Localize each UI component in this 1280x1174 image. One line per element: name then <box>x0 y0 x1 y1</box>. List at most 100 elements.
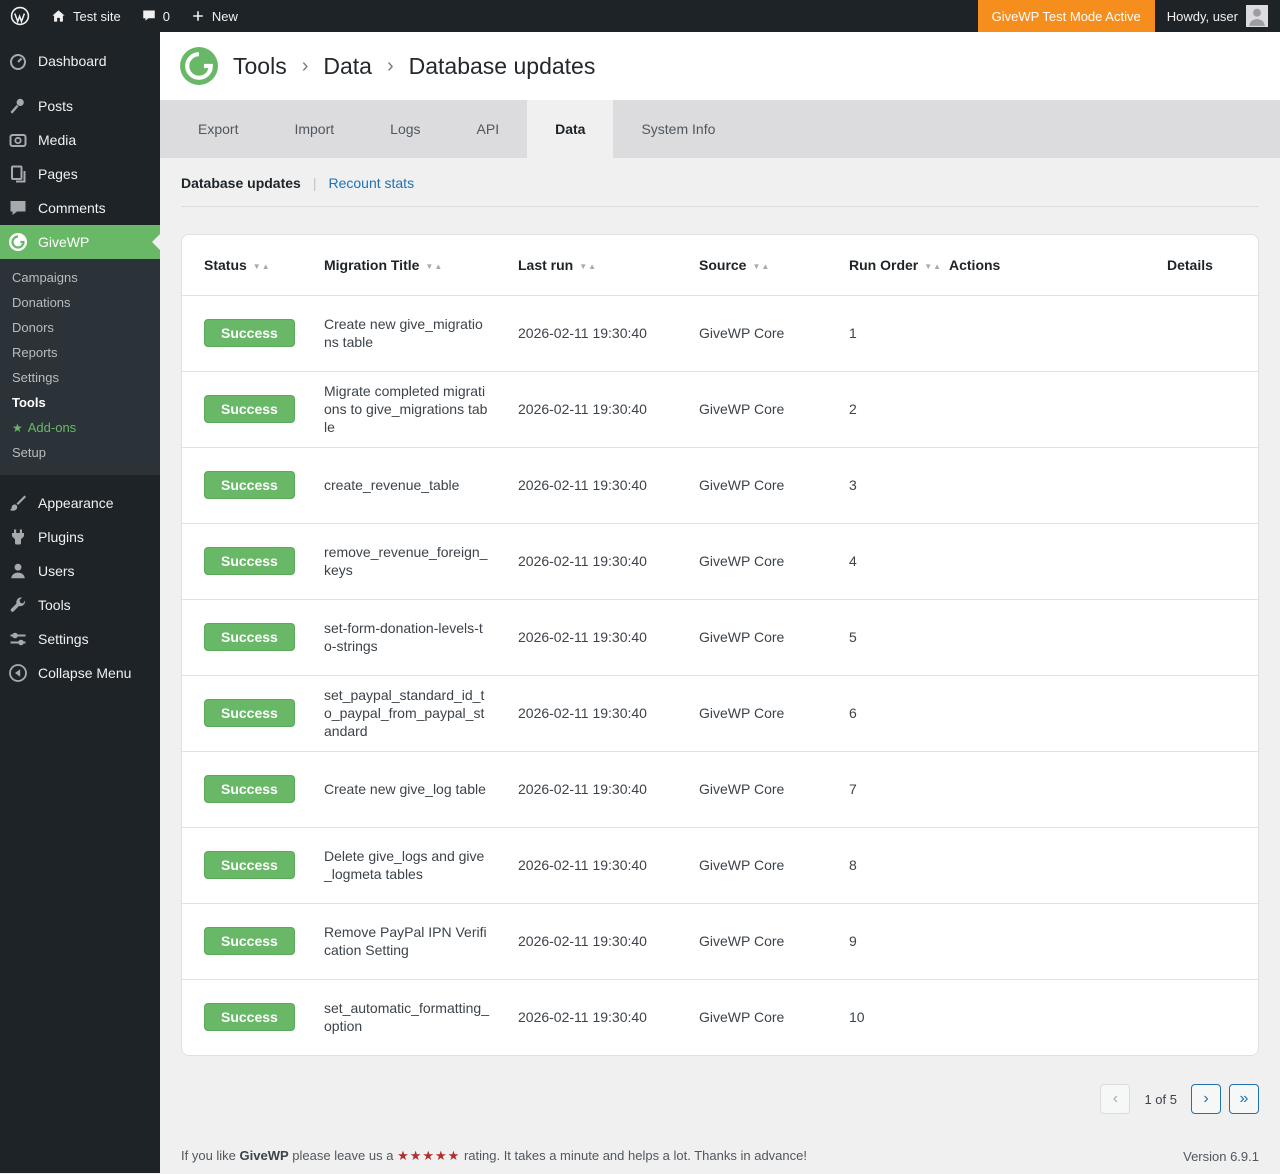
tab-bar: Export Import Logs API Data System Info <box>160 100 1280 158</box>
subnav-database-updates[interactable]: Database updates <box>181 175 301 191</box>
givewp-submenu-item-reports[interactable]: Reports <box>0 340 160 365</box>
givewp-submenu-item-campaigns[interactable]: Campaigns <box>0 265 160 290</box>
sort-icon: ▼▲ <box>752 262 770 271</box>
run-order-cell: 2 <box>827 371 927 447</box>
givewp-submenu-item-setup[interactable]: Setup <box>0 440 160 465</box>
status-badge: Success <box>204 547 295 575</box>
wordpress-logo[interactable] <box>0 0 40 32</box>
actions-cell <box>927 295 1145 371</box>
user-account-menu[interactable]: Howdy, user <box>1155 5 1280 27</box>
actions-cell <box>927 827 1145 903</box>
migration-row: Success set-form-donation-levels-to-stri… <box>182 599 1258 675</box>
last-run-cell: 2026-02-11 19:30:40 <box>496 295 677 371</box>
next-page-button[interactable]: › <box>1191 1084 1221 1114</box>
version-text: Version 6.9.1 <box>1183 1149 1259 1164</box>
tab-api[interactable]: API <box>449 100 528 158</box>
tab-logs[interactable]: Logs <box>362 100 448 158</box>
migration-row: Success Create new give_log table 2026-0… <box>182 751 1258 827</box>
sidebar-item-media[interactable]: Media <box>0 123 160 157</box>
migration-row: Success Remove PayPal IPN Verification S… <box>182 903 1258 979</box>
actions-cell <box>927 751 1145 827</box>
sidebar-item-label: Pages <box>38 166 78 182</box>
status-badge: Success <box>204 471 295 499</box>
migration-title-cell: set_automatic_formatting_option <box>302 979 496 1055</box>
tab-system-info[interactable]: System Info <box>613 100 743 158</box>
comments-menu[interactable]: 0 <box>131 0 180 32</box>
media-icon <box>8 130 28 150</box>
sidebar-item-pages[interactable]: Pages <box>0 157 160 191</box>
givewp-submenu-item-donations[interactable]: Donations <box>0 290 160 315</box>
column-header-last-run[interactable]: Last run▼▲ <box>496 235 677 295</box>
status-badge: Success <box>204 775 295 803</box>
home-icon <box>50 8 67 25</box>
sidebar-item-dashboard[interactable]: Dashboard <box>0 44 160 78</box>
sidebar-item-appearance[interactable]: Appearance <box>0 486 160 520</box>
sidebar-item-givewp[interactable]: GiveWP <box>0 225 160 259</box>
sort-icon: ▼▲ <box>425 262 443 271</box>
comments-icon <box>8 198 28 218</box>
breadcrumb-tools[interactable]: Tools <box>233 53 287 80</box>
subnav-divider: | <box>313 175 317 191</box>
pagination-status: 1 of 5 <box>1144 1092 1177 1107</box>
status-cell: Success <box>182 751 302 827</box>
comment-count: 0 <box>163 9 170 24</box>
column-header-status[interactable]: Status▼▲ <box>182 235 302 295</box>
last-run-cell: 2026-02-11 19:30:40 <box>496 827 677 903</box>
migration-row: Success set_paypal_standard_id_to_paypal… <box>182 675 1258 751</box>
tab-export[interactable]: Export <box>170 100 266 158</box>
last-page-button[interactable]: » <box>1229 1084 1259 1114</box>
sidebar-item-plugins[interactable]: Plugins <box>0 520 160 554</box>
status-badge: Success <box>204 927 295 955</box>
subnav-recount-stats-link[interactable]: Recount stats <box>328 175 414 191</box>
migration-title-cell: create_revenue_table <box>302 447 496 523</box>
source-cell: GiveWP Core <box>677 295 827 371</box>
last-run-cell: 2026-02-11 19:30:40 <box>496 371 677 447</box>
tab-data[interactable]: Data <box>527 100 613 158</box>
status-cell: Success <box>182 599 302 675</box>
status-badge: Success <box>204 623 295 651</box>
submenu-label: Add-ons <box>28 420 76 435</box>
givewp-submenu-item-settings[interactable]: Settings <box>0 365 160 390</box>
breadcrumb-data[interactable]: Data <box>323 53 372 80</box>
prev-page-button[interactable]: ‹ <box>1100 1084 1130 1114</box>
sidebar-item-comments[interactable]: Comments <box>0 191 160 225</box>
sidebar-item-tools[interactable]: Tools <box>0 588 160 622</box>
sidebar-item-label: GiveWP <box>38 234 89 250</box>
givewp-submenu-item-tools[interactable]: Tools <box>0 390 160 415</box>
pagination: ‹ 1 of 5 › » <box>181 1084 1259 1114</box>
run-order-cell: 6 <box>827 675 927 751</box>
column-header-source[interactable]: Source▼▲ <box>677 235 827 295</box>
dashboard-icon <box>8 51 28 71</box>
column-label: Migration Title <box>324 257 419 273</box>
site-name-menu[interactable]: Test site <box>40 0 131 32</box>
givewp-submenu-item-add-ons[interactable]: ★ Add-ons <box>0 415 160 440</box>
sidebar-item-label: Collapse Menu <box>38 665 131 681</box>
sidebar-item-users[interactable]: Users <box>0 554 160 588</box>
status-badge: Success <box>204 319 295 347</box>
test-mode-badge[interactable]: GiveWP Test Mode Active <box>978 0 1155 32</box>
migration-row: Success remove_revenue_foreign_keys 2026… <box>182 523 1258 599</box>
givewp-submenu-item-donors[interactable]: Donors <box>0 315 160 340</box>
rating-stars-link[interactable]: ★★★★★ <box>397 1148 460 1163</box>
migration-row: Success create_revenue_table 2026-02-11 … <box>182 447 1258 523</box>
plus-icon <box>190 8 206 24</box>
source-cell: GiveWP Core <box>677 371 827 447</box>
tab-import[interactable]: Import <box>266 100 362 158</box>
users-icon <box>8 561 28 581</box>
column-header-run-order[interactable]: Run Order▼▲ <box>827 235 927 295</box>
column-header-migration-title[interactable]: Migration Title ▼▲ <box>302 235 496 295</box>
sidebar-item-settings[interactable]: Settings <box>0 622 160 656</box>
sort-icon: ▼▲ <box>924 262 942 271</box>
details-cell <box>1145 827 1258 903</box>
migration-row: Success Create new give_migrations table… <box>182 295 1258 371</box>
collapse-menu-button[interactable]: Collapse Menu <box>0 656 160 690</box>
star-icon: ★ <box>12 421 23 435</box>
run-order-cell: 10 <box>827 979 927 1055</box>
new-content-menu[interactable]: New <box>180 0 248 32</box>
column-label: Run Order <box>849 257 918 273</box>
sidebar-item-posts[interactable]: Posts <box>0 89 160 123</box>
status-badge: Success <box>204 699 295 727</box>
migration-row: Success Delete give_logs and give_logmet… <box>182 827 1258 903</box>
new-label: New <box>212 9 238 24</box>
details-cell <box>1145 751 1258 827</box>
